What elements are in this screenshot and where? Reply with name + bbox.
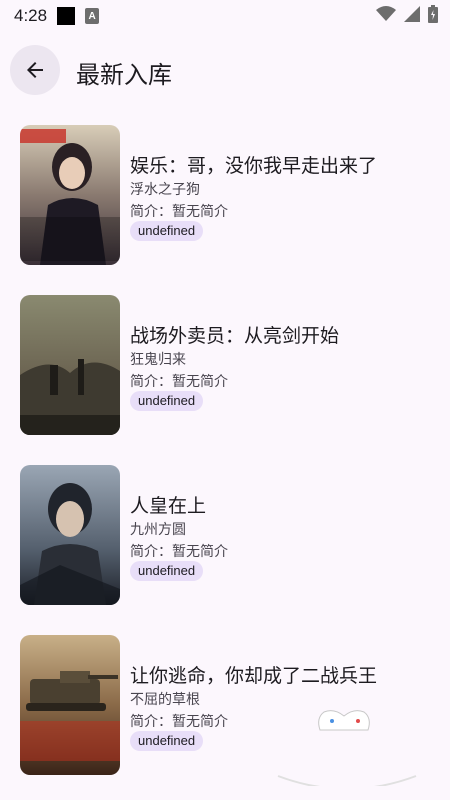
book-intro: 简介：暂无简介 xyxy=(130,204,228,220)
battery-icon xyxy=(428,5,438,23)
screen: 4:28 A 最新入库 娱乐：哥，没你我早走出来了 浮水之子狗 简介：暂无简介 … xyxy=(0,0,450,800)
book-item[interactable]: 战场外卖员：从亮剑开始 狂鬼归来 简介：暂无简介 undefined xyxy=(0,285,450,455)
book-title: 娱乐：哥，没你我早走出来了 xyxy=(130,155,378,177)
watermark-logo xyxy=(272,706,422,790)
status-icons xyxy=(376,5,438,23)
book-author: 狂鬼归来 xyxy=(130,352,186,368)
notification-square-icon xyxy=(57,7,76,25)
signal-icon xyxy=(404,6,420,22)
book-title: 人皇在上 xyxy=(130,495,207,517)
a-icon: A xyxy=(85,8,100,24)
book-intro: 简介：暂无简介 xyxy=(130,374,228,390)
book-list: 娱乐：哥，没你我早走出来了 浮水之子狗 简介：暂无简介 undefined 战场… xyxy=(0,115,450,795)
book-cover xyxy=(20,125,120,265)
book-cover xyxy=(20,465,120,605)
book-item[interactable]: 娱乐：哥，没你我早走出来了 浮水之子狗 简介：暂无简介 undefined xyxy=(0,115,450,285)
book-tag: undefined xyxy=(130,391,204,411)
book-cover xyxy=(20,295,120,435)
book-author: 九州方圆 xyxy=(130,522,186,538)
status-time: 4:28 xyxy=(14,6,48,25)
back-button[interactable] xyxy=(10,45,60,95)
book-title: 让你逃命，你却成了二战兵王 xyxy=(130,665,378,687)
book-tag: undefined xyxy=(130,731,204,751)
book-item[interactable]: 人皇在上 九州方圆 简介：暂无简介 undefined xyxy=(0,455,450,625)
page-title: 最新入库 xyxy=(76,61,172,89)
wifi-icon xyxy=(376,6,396,21)
book-author: 浮水之子狗 xyxy=(130,182,200,198)
book-title: 战场外卖员：从亮剑开始 xyxy=(130,325,340,347)
book-tag: undefined xyxy=(130,561,204,581)
book-intro: 简介：暂无简介 xyxy=(130,714,228,730)
arrow-left-icon xyxy=(27,62,43,78)
book-intro: 简介：暂无简介 xyxy=(130,544,228,560)
status-bar: 4:28 A xyxy=(0,0,450,32)
book-author: 不屈的草根 xyxy=(130,692,200,708)
gamepad-icon xyxy=(277,710,417,790)
book-cover xyxy=(20,635,120,775)
book-tag: undefined xyxy=(130,221,204,241)
app-bar: 最新入库 xyxy=(0,40,450,100)
